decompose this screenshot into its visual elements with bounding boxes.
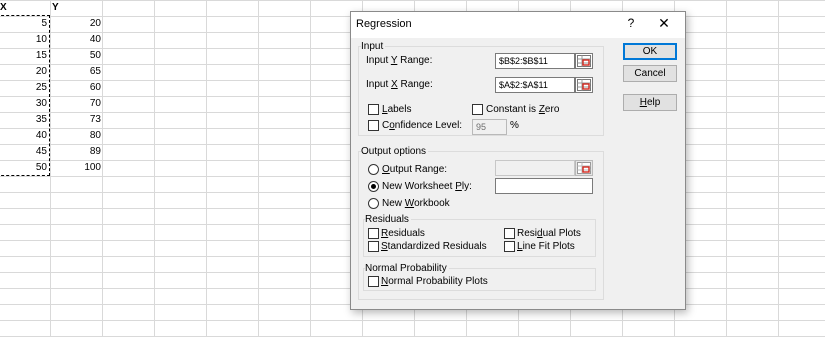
new-worksheet-ply-field[interactable] [495,178,593,194]
cell-y[interactable]: 80 [50,128,102,144]
cell-x[interactable]: 10 [0,32,48,48]
line-fit-plots-checkbox[interactable] [504,241,515,252]
residuals-checkbox-label: Residuals [381,228,425,239]
cell-x[interactable]: 25 [0,80,48,96]
output-range-collapse-button[interactable] [575,160,593,176]
x-range-collapse-button[interactable] [575,77,593,93]
new-worksheet-ply-radio[interactable] [368,181,379,192]
confidence-level-checkbox[interactable] [368,120,379,131]
new-workbook-radio[interactable] [368,198,379,209]
output-options-label: Output options [361,146,429,157]
help-button[interactable]: Help [623,94,677,111]
percent-sign: % [510,120,519,131]
normal-probability-plots-checkbox[interactable] [368,276,379,287]
cell-x[interactable]: 30 [0,96,48,112]
cell-y[interactable]: 70 [50,96,102,112]
column-header-y[interactable]: Y [50,0,102,16]
range-selector-icon [577,162,591,174]
normal-probability-plots-label: Normal Probability Plots [381,276,488,287]
new-worksheet-ply-label: New Worksheet Ply: [382,181,472,192]
column-header-x[interactable]: X [0,0,48,16]
residuals-checkbox[interactable] [368,228,379,239]
cell-y[interactable]: 89 [50,144,102,160]
constant-is-zero-label: Constant is Zero [486,104,560,115]
normal-probability-group-label: Normal Probability [365,263,449,274]
cell-x[interactable]: 20 [0,64,48,80]
close-icon[interactable]: ✕ [656,15,672,32]
new-workbook-label: New Workbook [382,198,450,209]
input-x-range-label: Input X Range: [366,79,433,90]
regression-dialog: Regression ? ✕ Input Input Y Range: $B$2… [350,11,686,310]
labels-checkbox-label: Labels [382,104,412,115]
input-y-range-label: Input Y Range: [366,55,433,66]
input-y-range-field[interactable]: $B$2:$B$11 [495,53,575,69]
cell-x[interactable]: 35 [0,112,48,128]
output-range-radio[interactable] [368,164,379,175]
input-x-range-field[interactable]: $A$2:$A$11 [495,77,575,93]
output-range-field[interactable] [495,160,575,176]
residual-plots-label: Residual Plots [517,228,581,239]
dialog-titlebar[interactable]: Regression ? ✕ [351,12,685,38]
cell-x[interactable]: 15 [0,48,48,64]
cell-y[interactable]: 40 [50,32,102,48]
line-fit-plots-label: Line Fit Plots [517,241,575,252]
cell-y[interactable]: 100 [50,160,102,176]
ok-button[interactable]: OK [623,43,677,60]
standardized-residuals-checkbox[interactable] [368,241,379,252]
range-selector-icon [577,55,591,67]
cell-x[interactable]: 45 [0,144,48,160]
cancel-button[interactable]: Cancel [623,65,677,82]
cell-y[interactable]: 73 [50,112,102,128]
cell-x[interactable]: 5 [0,16,48,32]
standardized-residuals-label: Standardized Residuals [381,241,487,252]
dialog-title: Regression [356,18,412,30]
residual-plots-checkbox[interactable] [504,228,515,239]
range-selector-icon [577,79,591,91]
residuals-group-label: Residuals [365,214,411,225]
cell-x[interactable]: 50 [0,160,48,176]
confidence-level-field[interactable]: 95 [472,119,507,135]
input-group-label: Input [361,41,386,52]
output-range-label: Output Range: [382,164,448,175]
constant-is-zero-checkbox[interactable] [472,104,483,115]
confidence-level-label: Confidence Level: [382,120,463,131]
cell-y[interactable]: 60 [50,80,102,96]
cell-y[interactable]: 65 [50,64,102,80]
labels-checkbox[interactable] [368,104,379,115]
y-range-collapse-button[interactable] [575,53,593,69]
cell-y[interactable]: 50 [50,48,102,64]
cell-y[interactable]: 20 [50,16,102,32]
cell-x[interactable]: 40 [0,128,48,144]
question-mark-icon[interactable]: ? [624,16,638,30]
